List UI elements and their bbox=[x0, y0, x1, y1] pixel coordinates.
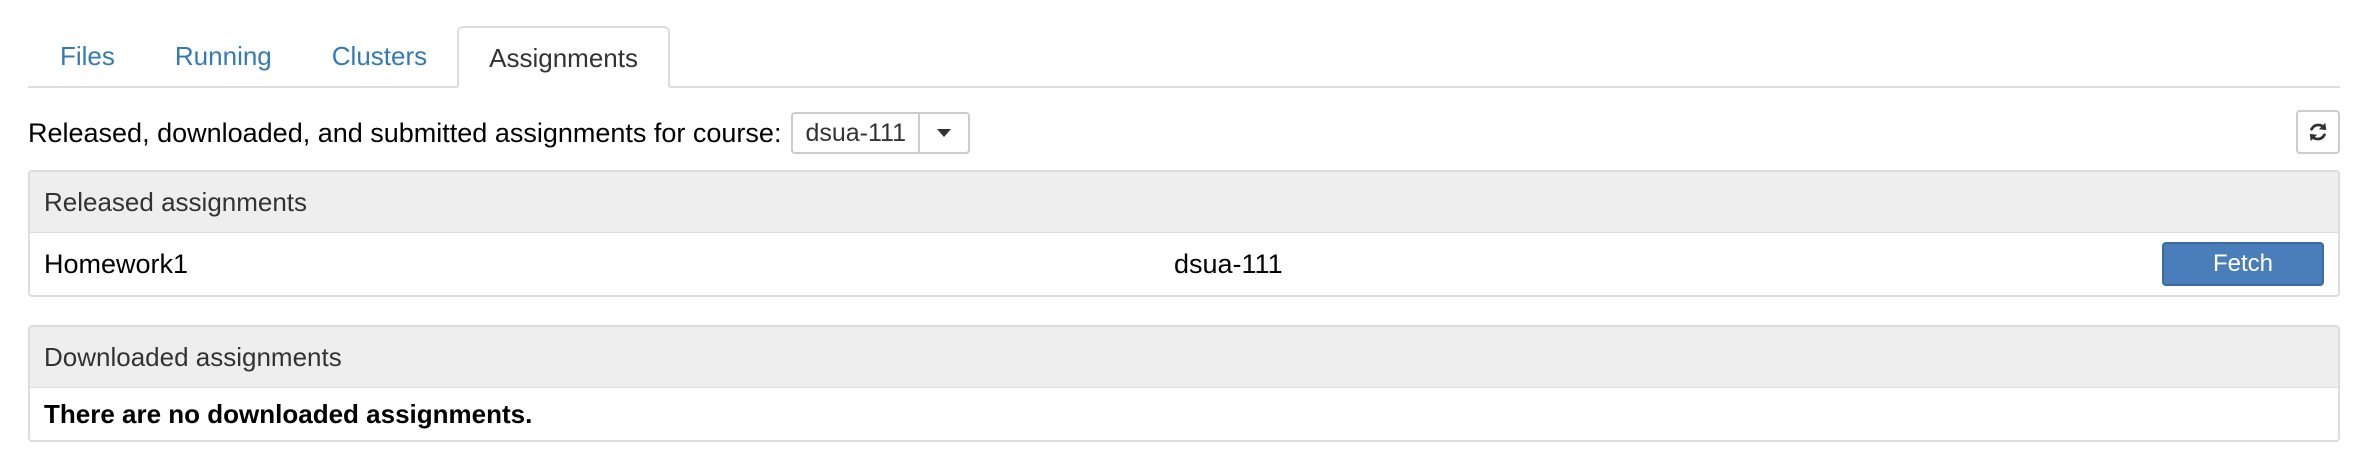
course-selector-row: Released, downloaded, and submitted assi… bbox=[28, 102, 2340, 164]
course-dropdown-toggle[interactable] bbox=[920, 114, 968, 152]
course-selector-label: Released, downloaded, and submitted assi… bbox=[28, 117, 782, 148]
refresh-icon bbox=[2309, 122, 2327, 142]
released-assignments-panel: Released assignments Homework1 dsua-111 … bbox=[28, 170, 2340, 297]
downloaded-assignments-heading: Downloaded assignments bbox=[30, 327, 2338, 388]
refresh-button[interactable] bbox=[2296, 110, 2340, 154]
released-assignments-heading: Released assignments bbox=[30, 172, 2338, 233]
course-dropdown-value[interactable]: dsua-111 bbox=[793, 114, 920, 152]
assignment-course: dsua-111 bbox=[1174, 248, 1283, 279]
tab-running[interactable]: Running bbox=[145, 26, 302, 86]
fetch-button[interactable]: Fetch bbox=[2162, 242, 2324, 286]
empty-message: There are no downloaded assignments. bbox=[44, 399, 533, 429]
tab-bar: Files Running Clusters Assignments bbox=[28, 26, 2340, 88]
downloaded-assignments-panel: Downloaded assignments There are no down… bbox=[28, 325, 2340, 442]
caret-down-icon bbox=[937, 129, 951, 137]
course-dropdown[interactable]: dsua-111 bbox=[791, 112, 970, 154]
list-item: Homework1 dsua-111 Fetch bbox=[30, 233, 2338, 295]
tab-files[interactable]: Files bbox=[28, 26, 145, 86]
assignment-name: Homework1 bbox=[44, 248, 189, 279]
tab-clusters[interactable]: Clusters bbox=[302, 26, 457, 86]
assignments-page: Files Running Clusters Assignments Relea… bbox=[28, 26, 2340, 442]
tab-assignments[interactable]: Assignments bbox=[457, 26, 670, 88]
